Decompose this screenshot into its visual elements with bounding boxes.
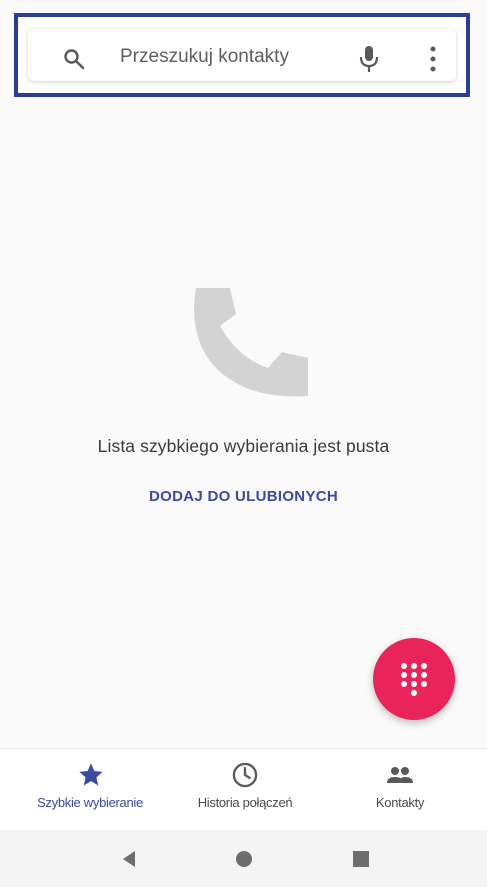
mic-icon[interactable] bbox=[358, 45, 380, 73]
tab-call-history-label: Historia połączeń bbox=[197, 795, 293, 810]
dialpad-fab[interactable] bbox=[373, 638, 455, 720]
tab-speed-dial-label: Szybkie wybieranie bbox=[37, 795, 143, 810]
dialer-screen: Lista szybkiego wybierania jest pusta DO… bbox=[0, 0, 487, 887]
home-icon[interactable] bbox=[233, 848, 255, 870]
recents-icon[interactable] bbox=[350, 848, 372, 870]
search-icon[interactable] bbox=[62, 47, 86, 71]
search-bar-highlight bbox=[14, 13, 470, 97]
back-icon[interactable] bbox=[118, 848, 140, 870]
search-input[interactable] bbox=[120, 37, 340, 77]
clock-icon bbox=[232, 762, 258, 788]
phone-icon bbox=[194, 288, 308, 397]
tab-contacts[interactable]: Kontakty bbox=[330, 749, 470, 831]
bottom-navigation: Szybkie wybieranie Historia połączeń Kon… bbox=[0, 748, 487, 831]
system-navigation-bar bbox=[0, 830, 487, 887]
dialpad-icon bbox=[401, 663, 427, 696]
more-vert-icon[interactable] bbox=[428, 44, 438, 74]
star-icon bbox=[79, 763, 103, 786]
empty-state-message: Lista szybkiego wybierania jest pusta bbox=[97, 436, 390, 456]
search-bar[interactable] bbox=[28, 29, 456, 81]
tab-call-history[interactable]: Historia połączeń bbox=[170, 749, 320, 831]
add-favorites-button[interactable]: DODAJ DO ULUBIONYCH bbox=[0, 488, 487, 505]
tab-contacts-label: Kontakty bbox=[375, 795, 425, 810]
people-icon bbox=[387, 767, 413, 783]
tab-speed-dial[interactable]: Szybkie wybieranie bbox=[0, 749, 180, 831]
